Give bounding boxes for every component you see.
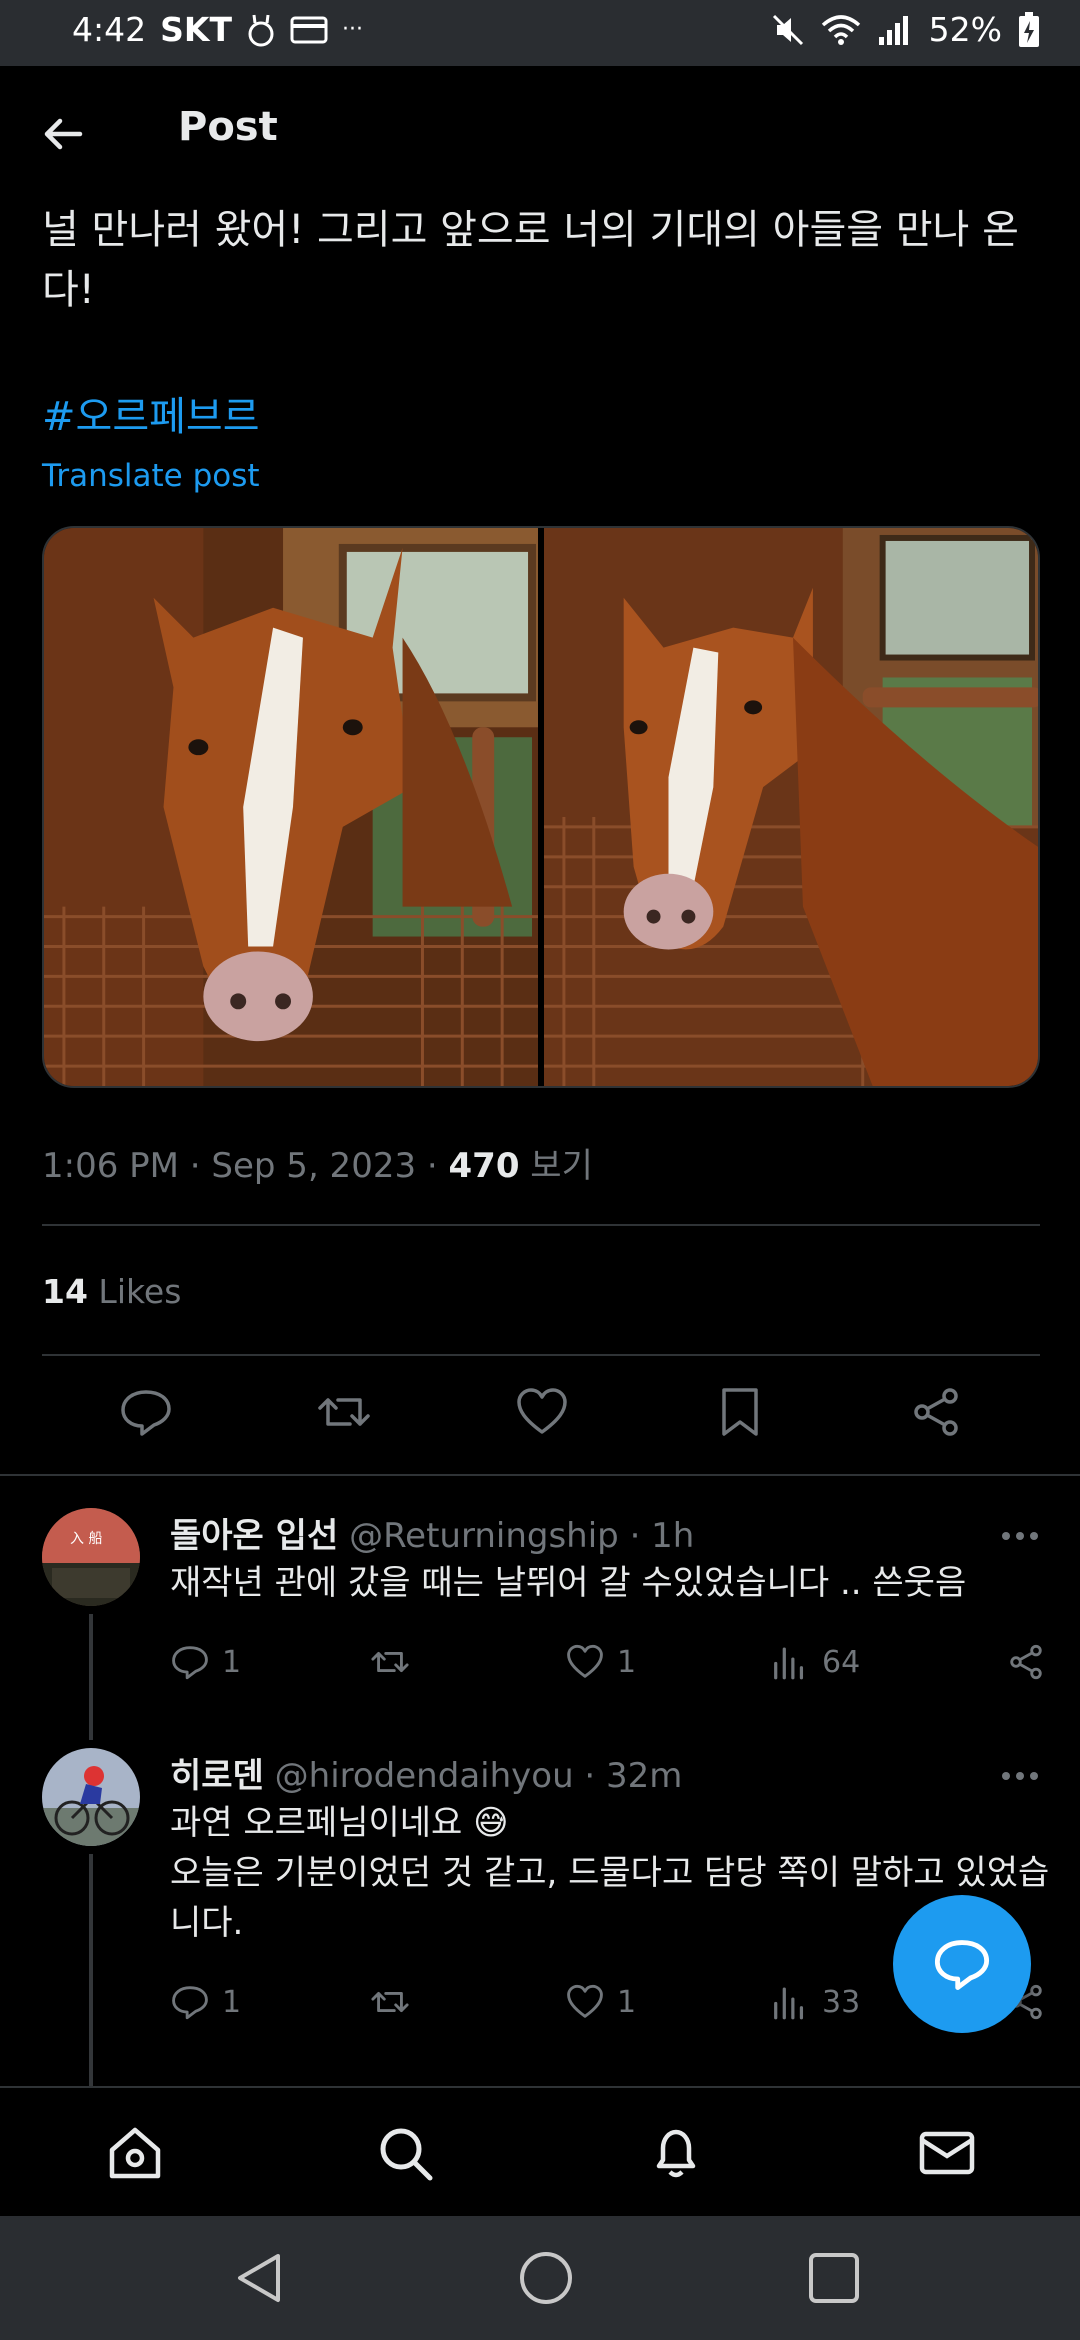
reply-author-handle[interactable]: @hirodendaihyou · 32m bbox=[275, 1756, 683, 1796]
bar-chart-icon bbox=[774, 1987, 804, 2020]
reply-views-button[interactable]: 33 bbox=[770, 1982, 860, 2022]
system-home-icon[interactable] bbox=[516, 2248, 576, 2308]
hashtag-link[interactable]: #오르페브르 bbox=[42, 384, 260, 442]
reply-author-name[interactable]: 히로덴 bbox=[170, 1756, 264, 1796]
comment-icon bbox=[172, 1986, 208, 2020]
post-timestamp: 1:06 PM · Sep 5, 2023 · 470 보기 bbox=[42, 1138, 593, 1187]
system-recents-icon[interactable] bbox=[804, 2248, 864, 2308]
thread-line bbox=[89, 1614, 93, 1740]
status-carrier: SKT bbox=[160, 10, 232, 49]
share-icon[interactable] bbox=[908, 1384, 964, 1440]
battery-charging-icon bbox=[1018, 11, 1040, 48]
divider bbox=[42, 1224, 1040, 1226]
bar-chart-icon bbox=[774, 1647, 804, 1680]
card-notification-icon bbox=[290, 15, 328, 45]
reply-actions: 1 1 64 bbox=[170, 1642, 1050, 1692]
comment-icon[interactable] bbox=[118, 1384, 174, 1440]
bunny-notification-icon bbox=[246, 13, 276, 47]
share-icon bbox=[1010, 1644, 1042, 1680]
repost-icon[interactable] bbox=[316, 1384, 372, 1440]
signal-icon bbox=[877, 13, 913, 47]
arrow-left-icon[interactable] bbox=[38, 108, 90, 160]
mute-icon bbox=[771, 13, 805, 47]
heart-icon bbox=[567, 1984, 603, 2018]
comment-icon bbox=[172, 1646, 208, 1680]
reply-like-count: 1 bbox=[617, 1644, 637, 1680]
status-bar: 4:42 SKT ··· 52% bbox=[0, 0, 1080, 66]
horse-photo-right[interactable] bbox=[544, 528, 1038, 1086]
more-icon[interactable] bbox=[1000, 1526, 1040, 1546]
reply-views-button[interactable]: 64 bbox=[770, 1642, 860, 1682]
more-icon[interactable] bbox=[1000, 1766, 1040, 1786]
reply-share-button[interactable] bbox=[1006, 1642, 1046, 1682]
divider bbox=[0, 1474, 1080, 1476]
battery-percent: 52% bbox=[928, 10, 1002, 49]
svg-text:入 船: 入 船 bbox=[70, 1531, 102, 1547]
reply-text: 재작년 관에 갔을 때는 날뛰어 갈 수있었습니다 .. 쓴웃음 bbox=[170, 1563, 967, 1603]
search-icon[interactable] bbox=[374, 2122, 436, 2184]
status-time: 4:42 bbox=[72, 10, 147, 49]
reply-views-count: 64 bbox=[822, 1644, 861, 1680]
heart-icon bbox=[567, 1644, 603, 1678]
bottom-navigation bbox=[0, 2086, 1080, 2216]
comment-icon bbox=[934, 1940, 990, 1990]
heart-icon[interactable] bbox=[514, 1384, 570, 1440]
reply-repost-button[interactable] bbox=[370, 1642, 422, 1682]
compose-reply-button[interactable] bbox=[893, 1895, 1031, 2033]
reply-author-name[interactable]: 돌아온 입선 bbox=[170, 1516, 338, 1556]
bookmark-icon[interactable] bbox=[712, 1384, 768, 1440]
translate-post-link[interactable]: Translate post bbox=[42, 458, 260, 494]
post-time: 1:06 PM · Sep 5, 2023 · bbox=[42, 1146, 449, 1186]
reply-views-count: 33 bbox=[822, 1984, 861, 2020]
page-title: Post bbox=[178, 104, 278, 150]
reply-like-button[interactable]: 1 bbox=[565, 1642, 636, 1682]
post-text: 널 만나러 왔어! 그리고 앞으로 너의 기대의 아들을 만나 온다! bbox=[42, 207, 1019, 313]
reply-like-count: 1 bbox=[617, 1984, 637, 2020]
thread-line bbox=[89, 1854, 93, 2086]
avatar[interactable]: 入 船 bbox=[42, 1508, 140, 1606]
reply-repost-button[interactable] bbox=[370, 1982, 422, 2022]
reply-comment-button[interactable]: 1 bbox=[170, 1982, 241, 2022]
avatar[interactable] bbox=[42, 1748, 140, 1846]
reply-comment-button[interactable]: 1 bbox=[170, 1642, 241, 1682]
reply-header: 돌아온 입선 @Returningship · 1h bbox=[170, 1508, 694, 1557]
horse-photo-left[interactable] bbox=[44, 528, 538, 1086]
likes-count: 14 bbox=[42, 1272, 88, 1311]
post-views-count: 470 bbox=[448, 1146, 520, 1186]
reply-comment-count: 1 bbox=[222, 1644, 242, 1680]
reply-text-line: 과연 오르페님이네요 😅 bbox=[170, 1803, 509, 1843]
reply-header: 히로덴 @hirodendaihyou · 32m bbox=[170, 1748, 682, 1797]
system-back-icon[interactable] bbox=[230, 2248, 290, 2308]
reply-like-button[interactable]: 1 bbox=[565, 1982, 636, 2022]
home-icon[interactable] bbox=[104, 2122, 166, 2184]
likes-label: Likes bbox=[87, 1272, 182, 1311]
post-views-label: 보기 bbox=[519, 1146, 593, 1186]
repost-icon bbox=[371, 1652, 409, 1672]
post-media bbox=[42, 526, 1040, 1088]
reply-author-handle[interactable]: @Returningship · 1h bbox=[349, 1516, 694, 1556]
system-navigation-bar bbox=[0, 2216, 1080, 2340]
top-app-bar: Post bbox=[0, 66, 1080, 198]
status-bar-left: 4:42 SKT ··· bbox=[72, 10, 363, 49]
bell-icon[interactable] bbox=[645, 2122, 707, 2184]
divider bbox=[42, 1354, 1040, 1356]
post-actions bbox=[0, 1384, 1080, 1448]
repost-icon bbox=[371, 1992, 409, 2012]
wifi-icon bbox=[821, 13, 861, 47]
mail-icon[interactable] bbox=[916, 2122, 978, 2184]
reply-comment-count: 1 bbox=[222, 1984, 242, 2020]
likes-summary[interactable]: 14 Likes bbox=[42, 1272, 181, 1311]
status-more: ··· bbox=[341, 17, 363, 42]
status-bar-right: 52% bbox=[771, 10, 1040, 49]
